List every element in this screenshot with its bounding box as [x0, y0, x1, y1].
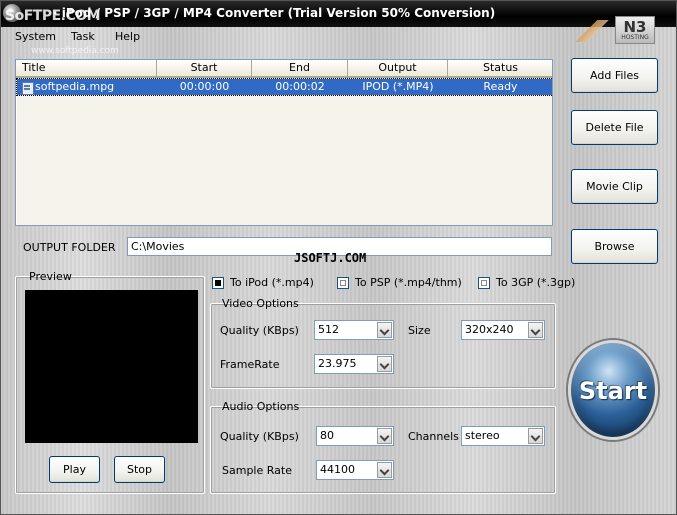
app-window: SoFTPE.COM · iPod / PSP / 3GP / MP4 Conv…	[0, 0, 677, 515]
file-icon	[21, 81, 34, 95]
chevron-down-icon[interactable]	[528, 428, 543, 444]
table-row[interactable]: softpedia.mpg 00:00:00 00:00:02 IPOD (*.…	[16, 78, 552, 96]
cell-status: Ready	[483, 80, 518, 93]
video-size-label: Size	[408, 324, 431, 337]
cell-output: IPOD (*.MP4)	[362, 80, 434, 93]
format-3gp-option[interactable]: To 3GP (*.3gp)	[478, 276, 575, 289]
audio-quality-label: Quality (KBps)	[220, 430, 299, 443]
video-size-select[interactable]: 320x240	[461, 320, 545, 340]
framerate-select[interactable]: 23.975	[314, 354, 394, 374]
preview-screen	[25, 290, 198, 443]
channels-value: stereo	[465, 429, 500, 442]
video-options-group	[210, 303, 556, 389]
sample-rate-select[interactable]: 44100	[316, 460, 394, 480]
softpedia-url-watermark: www.softpedia.com	[31, 46, 119, 56]
chevron-down-icon[interactable]	[377, 462, 392, 478]
menu-help[interactable]: Help	[115, 30, 140, 43]
hosting-logo: N3 HOSTING	[575, 16, 659, 46]
cell-start: 00:00:00	[179, 80, 230, 93]
start-button-label: Start	[578, 377, 648, 405]
file-list-table[interactable]: Title Start End Output Status softpedia.…	[15, 59, 553, 226]
add-files-button[interactable]: Add Files	[571, 58, 658, 93]
table-header: Title Start End Output Status	[16, 60, 552, 78]
sample-rate-label: Sample Rate	[222, 464, 292, 477]
psp-label: To PSP (*.mp4/thm)	[355, 276, 462, 289]
column-header-status[interactable]: Status	[448, 60, 552, 78]
window-title: · iPod / PSP / 3GP / MP4 Converter (Tria…	[53, 6, 496, 20]
cell-title: softpedia.mpg	[17, 79, 157, 95]
3gp-checkbox[interactable]	[478, 276, 490, 289]
chevron-down-icon[interactable]	[377, 322, 392, 338]
audio-options-title: Audio Options	[222, 400, 300, 413]
menu-system[interactable]: System	[15, 30, 56, 43]
channels-select[interactable]: stereo	[461, 426, 545, 446]
3gp-label: To 3GP (*.3gp)	[496, 276, 576, 289]
video-quality-select[interactable]: 512	[314, 320, 394, 340]
ipod-label: To iPod (*.mp4)	[230, 276, 314, 289]
cell-end: 00:00:02	[275, 80, 325, 93]
jsoftj-watermark: JSOFTJ.COM	[294, 251, 367, 265]
movie-clip-button[interactable]: Movie Clip	[571, 169, 658, 204]
format-psp-option[interactable]: To PSP (*.mp4/thm)	[337, 276, 462, 289]
output-folder-label: OUTPUT FOLDER	[23, 241, 116, 254]
column-header-start[interactable]: Start	[157, 60, 252, 78]
start-button[interactable]: Start	[568, 340, 658, 440]
hosting-swoosh-icon	[575, 20, 609, 42]
format-ipod-option[interactable]: To iPod (*.mp4)	[212, 276, 314, 289]
psp-checkbox[interactable]	[337, 276, 349, 289]
chevron-down-icon[interactable]	[528, 322, 543, 338]
delete-file-button[interactable]: Delete File	[571, 110, 658, 145]
column-header-end[interactable]: End	[252, 60, 348, 78]
file-title: softpedia.mpg	[35, 80, 115, 93]
sample-rate-value: 44100	[320, 463, 355, 476]
stop-button[interactable]: Stop	[114, 456, 165, 483]
chevron-down-icon[interactable]	[377, 356, 392, 372]
video-quality-value: 512	[318, 323, 339, 336]
browse-button[interactable]: Browse	[571, 229, 658, 264]
video-size-value: 320x240	[465, 323, 514, 336]
video-options-title: Video Options	[222, 297, 299, 310]
preview-group-title: Preview	[29, 270, 72, 283]
ipod-checkbox[interactable]	[212, 276, 224, 289]
play-button[interactable]: Play	[49, 456, 100, 483]
column-header-output[interactable]: Output	[348, 60, 448, 78]
menu-task[interactable]: Task	[71, 30, 95, 43]
video-quality-label: Quality (KBps)	[220, 324, 299, 337]
hosting-caption: HOSTING	[621, 34, 649, 41]
framerate-label: FrameRate	[220, 358, 280, 371]
chevron-down-icon[interactable]	[377, 428, 392, 444]
channels-label: Channels	[408, 430, 459, 443]
framerate-value: 23.975	[318, 357, 357, 370]
audio-quality-select[interactable]: 80	[316, 426, 394, 446]
audio-options-group	[210, 406, 556, 494]
audio-quality-value: 80	[320, 429, 334, 442]
column-header-title[interactable]: Title	[16, 60, 157, 78]
